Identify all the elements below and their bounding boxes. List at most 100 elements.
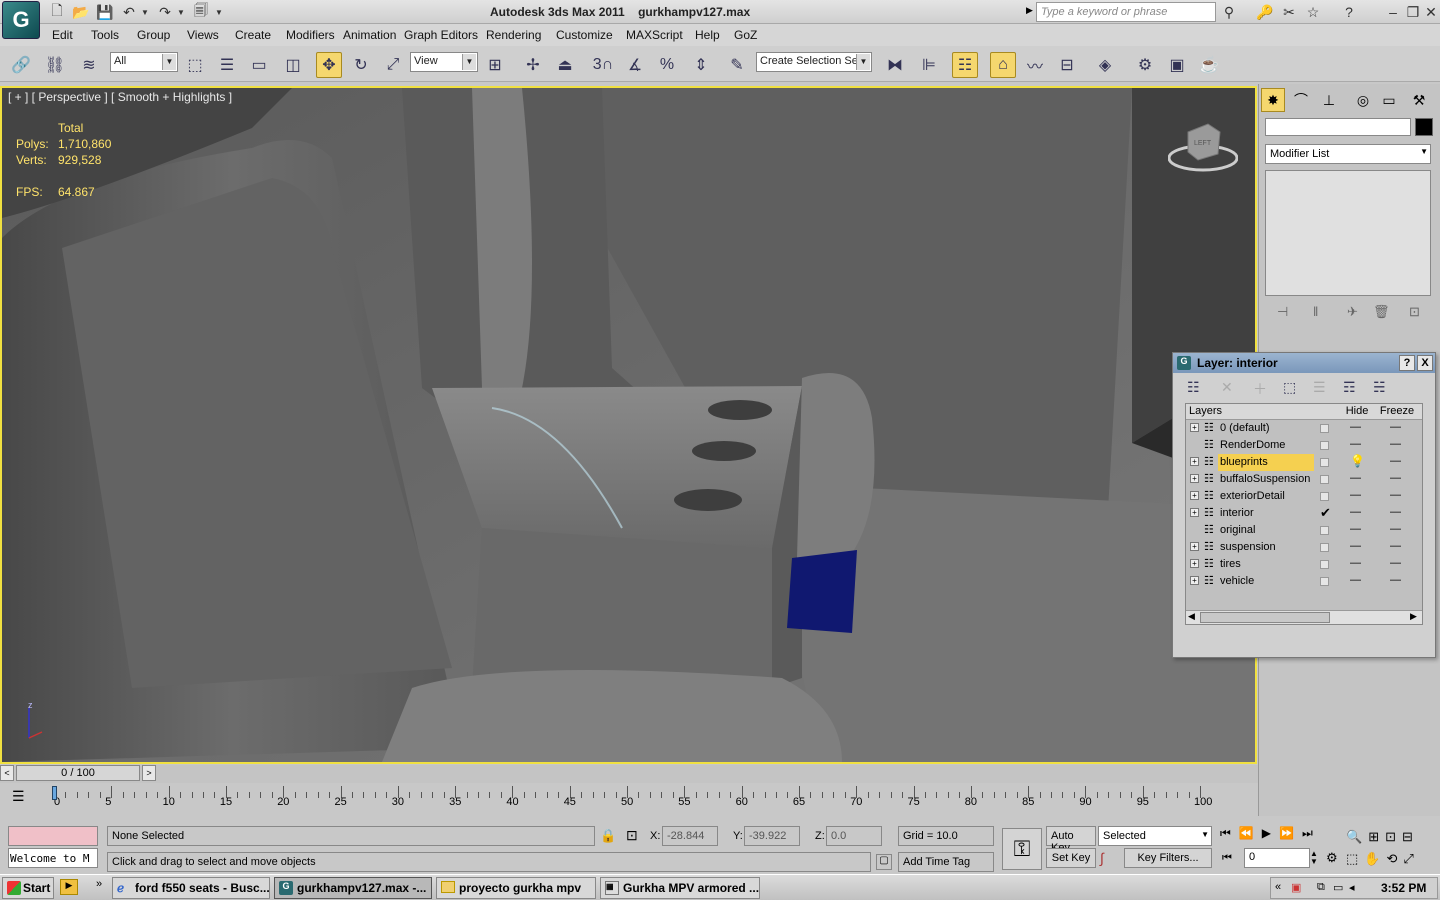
layer-manager-icon[interactable]: ☷ (952, 52, 978, 78)
pan-icon[interactable]: ✋ (1364, 851, 1386, 866)
search-expand-icon[interactable]: ▶ (1026, 5, 1033, 16)
current-layer-checkbox[interactable] (1320, 492, 1329, 501)
go-to-end-icon[interactable]: ⏭ (1302, 826, 1321, 840)
mirror-icon[interactable]: ⧓ (882, 52, 908, 78)
hide-toggle[interactable]: — (1350, 489, 1361, 501)
go-to-start-icon[interactable]: ⏮ (1220, 826, 1239, 840)
time-marker[interactable] (52, 786, 57, 800)
expand-icon[interactable]: + (1190, 508, 1199, 517)
current-layer-checkbox[interactable] (1320, 543, 1329, 552)
curve-editor-icon[interactable]: 〰 (1022, 52, 1048, 78)
menu-views[interactable]: Views (187, 28, 219, 42)
freeze-toggle[interactable]: — (1390, 455, 1401, 467)
expand-icon[interactable]: + (1190, 491, 1199, 500)
current-layer-checkbox[interactable] (1320, 475, 1329, 484)
align-icon[interactable]: ⊫ (916, 52, 942, 78)
binoculars-icon[interactable]: ⚲ (1220, 3, 1238, 21)
subscription-icon[interactable]: 🔑 (1256, 3, 1274, 21)
graphite-modeling-tools-icon[interactable]: ⌂ (990, 52, 1016, 78)
menu-help[interactable]: Help (695, 28, 720, 42)
modifier-list-dropdown[interactable]: Modifier List ▼ (1265, 144, 1431, 164)
col-header-freeze[interactable]: Freeze (1372, 404, 1422, 420)
menu-customize[interactable]: Customize (556, 28, 613, 42)
absolute-mode-icon[interactable]: ⊡ (626, 827, 638, 844)
named-selection-dropdown[interactable]: Create Selection Se ▼ (756, 52, 872, 72)
motion-tab-icon[interactable]: ◎ (1351, 88, 1375, 112)
next-frame-icon[interactable]: > (142, 765, 156, 781)
start-button[interactable]: Start (2, 877, 54, 899)
layer-row[interactable]: + ☷ suspension — — (1186, 539, 1422, 556)
tray-display-icon[interactable]: ▭ (1333, 881, 1343, 894)
horizontal-scrollbar[interactable]: ◀ ▶ (1186, 610, 1422, 624)
layer-name[interactable]: interior (1218, 505, 1314, 522)
hide-toggle[interactable]: — (1350, 574, 1361, 586)
hide-toggle[interactable]: — (1350, 540, 1361, 552)
layer-name[interactable]: original (1218, 522, 1314, 539)
spinner-snap-icon[interactable]: ⇕ (688, 52, 714, 78)
object-name-field[interactable] (1265, 118, 1411, 136)
render-production-icon[interactable]: ☕ (1196, 52, 1222, 78)
display-tab-icon[interactable]: ▭ (1377, 88, 1401, 112)
viewcube[interactable]: LEFT (1167, 118, 1239, 178)
material-editor-icon[interactable]: ◈ (1092, 52, 1118, 78)
app-menu-button[interactable]: G (2, 1, 40, 39)
current-layer-checkbox[interactable] (1320, 441, 1329, 450)
select-and-manipulate-icon[interactable]: ✢ (520, 52, 546, 78)
next-key-icon[interactable]: ⏩ (1279, 826, 1302, 840)
pin-stack-icon[interactable]: ⊣ (1277, 304, 1288, 320)
close-button[interactable]: X (1417, 355, 1433, 371)
edit-named-selection-icon[interactable]: ✎ (724, 52, 750, 78)
col-header-current[interactable] (1314, 404, 1342, 420)
layer-name[interactable]: blueprints (1218, 454, 1314, 471)
freeze-toggle[interactable]: — (1390, 489, 1401, 501)
add-to-layer-icon[interactable]: ＋ (1253, 379, 1267, 399)
schematic-view-icon[interactable]: ⊟ (1054, 52, 1080, 78)
taskbar-item-viewer[interactable]: ▦ Gurkha MPV armored ... (600, 877, 760, 899)
freeze-toggle[interactable]: — (1390, 438, 1401, 450)
minimize-icon[interactable]: – (1384, 3, 1402, 21)
current-layer-checkbox[interactable] (1320, 526, 1329, 535)
menu-maxscript[interactable]: MAXScript (626, 28, 683, 42)
lock-icon[interactable]: 🔒 (600, 828, 616, 844)
make-unique-icon[interactable]: ✈ (1347, 304, 1358, 320)
layer-row[interactable]: + ☷ exteriorDetail — — (1186, 488, 1422, 505)
help-icon[interactable]: ? (1340, 3, 1358, 21)
layer-name[interactable]: buffaloSuspension (1218, 471, 1314, 488)
freeze-toggle[interactable]: — (1390, 421, 1401, 433)
tray-network-icon[interactable]: ⧉ (1317, 881, 1325, 894)
col-header-hide[interactable]: Hide (1342, 404, 1372, 420)
close-icon[interactable]: ✕ (1422, 3, 1440, 21)
current-frame-field[interactable]: 0 (1244, 848, 1310, 868)
select-and-scale-icon[interactable]: ⤢ (380, 52, 406, 78)
new-file-icon[interactable]: 🗋 (48, 2, 66, 21)
layer-row[interactable]: + ☷ buffaloSuspension — — (1186, 471, 1422, 488)
create-tab-icon[interactable]: ✸ (1261, 88, 1285, 112)
menu-edit[interactable]: Edit (52, 28, 73, 42)
y-coordinate-field[interactable]: -39.922 (744, 826, 800, 846)
search-input[interactable]: Type a keyword or phrase (1036, 2, 1216, 22)
menu-graph-editors[interactable]: Graph Editors (404, 28, 478, 42)
rendered-frame-window-icon[interactable]: ▣ (1164, 52, 1190, 78)
percent-snap-icon[interactable]: % (654, 52, 680, 78)
hide-toggle[interactable]: — (1350, 557, 1361, 569)
menu-tools[interactable]: Tools (91, 28, 119, 42)
expand-icon[interactable]: + (1190, 423, 1199, 432)
object-color-swatch[interactable] (1415, 118, 1433, 136)
scroll-left-icon[interactable]: ◀ (1188, 611, 1195, 622)
pivot-center-icon[interactable]: ⊞ (482, 52, 508, 78)
current-layer-checkbox[interactable] (1320, 424, 1329, 433)
show-end-result-icon[interactable]: ‖ (1313, 304, 1318, 319)
layer-name[interactable]: vehicle (1218, 573, 1314, 590)
hide-toggle[interactable]: — (1350, 523, 1361, 535)
x-coordinate-field[interactable]: -28.844 (662, 826, 718, 846)
maxscript-listener[interactable] (8, 826, 98, 846)
hide-toggle[interactable]: — (1350, 421, 1361, 433)
viewport-label[interactable]: [ + ] [ Perspective ] [ Smooth + Highlig… (8, 90, 232, 104)
select-in-layer-icon[interactable]: ⬚ (1283, 379, 1296, 396)
current-layer-checkbox[interactable] (1320, 458, 1329, 467)
zoom-extents-all-icon[interactable]: ⊟ (1402, 829, 1419, 844)
freeze-toggle[interactable]: — (1390, 574, 1401, 586)
expand-icon[interactable]: + (1190, 542, 1199, 551)
set-key-button[interactable]: Set Key (1046, 848, 1096, 868)
project-folder-icon[interactable]: 🗐 (192, 2, 210, 21)
